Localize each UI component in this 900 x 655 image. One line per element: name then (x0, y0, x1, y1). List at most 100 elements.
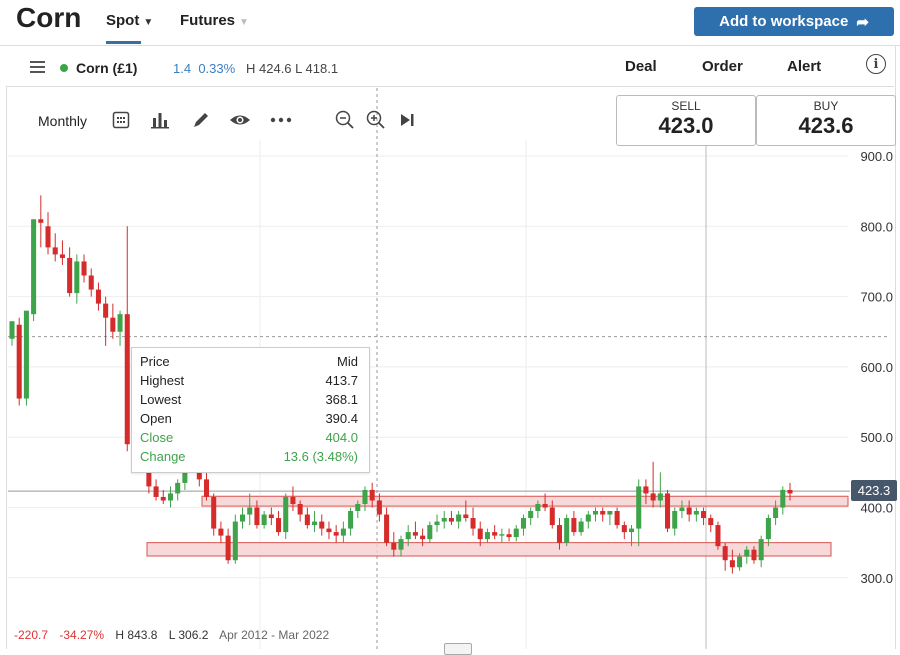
resize-handle[interactable] (444, 643, 472, 655)
candle-body (297, 503, 303, 515)
candle-body (484, 532, 490, 540)
current-price-tag: 423.3 (851, 480, 897, 501)
zoom-in-icon[interactable] (364, 108, 388, 132)
y-tick-label: 300.0 (860, 571, 893, 586)
candle-body (153, 486, 159, 497)
candle-body (686, 507, 692, 515)
candle-body (239, 514, 246, 522)
candle-body (556, 525, 563, 543)
candle-body (737, 556, 743, 568)
candle-body (477, 528, 483, 540)
candle-body (787, 489, 793, 494)
candle-body (175, 482, 181, 494)
candle-body (427, 525, 433, 540)
candle-body (45, 226, 51, 248)
tooltip-label: Open (140, 411, 172, 426)
candle-body (247, 507, 253, 515)
more-options-icon[interactable] (269, 108, 293, 132)
candle-body (506, 534, 512, 538)
tooltip-label: Lowest (140, 392, 182, 407)
candle-body (52, 247, 58, 255)
candle-body (103, 303, 109, 318)
candle-body (340, 528, 346, 536)
candle-body (456, 514, 462, 522)
period-selector[interactable]: Monthly (38, 113, 87, 129)
bar-chart-icon[interactable] (148, 108, 172, 132)
candle-body (9, 321, 15, 339)
candle-body (758, 539, 764, 561)
tooltip-header-value: Mid (337, 354, 358, 369)
candle-body (117, 314, 123, 332)
candle-body (773, 507, 779, 519)
candle-body (492, 532, 498, 536)
period-change-percent: -34.27% (59, 628, 105, 642)
sell-label: SELL (671, 99, 701, 113)
pencil-icon[interactable] (189, 108, 213, 132)
sell-quote-button[interactable]: SELL 423.0 (616, 95, 756, 146)
y-tick-label: 400.0 (860, 501, 893, 516)
calendar-icon[interactable] (109, 108, 133, 132)
candle-body (261, 514, 267, 526)
candle-body (391, 542, 397, 550)
tooltip-label: Close (140, 430, 174, 445)
period-low: L 306.2 (168, 628, 209, 642)
candle-body (621, 525, 627, 533)
candle-body (470, 518, 476, 529)
candle-body (657, 493, 663, 501)
candle-body (384, 514, 390, 543)
candle-body (398, 539, 404, 550)
zoom-out-icon[interactable] (333, 108, 357, 132)
candle-body (326, 528, 332, 533)
candle-body (348, 511, 354, 529)
candle-body (283, 496, 289, 533)
candle-body (636, 486, 642, 529)
candle-body (67, 257, 73, 294)
candle-body (405, 532, 411, 540)
tooltip-label: Change (140, 449, 186, 464)
y-tick-label: 600.0 (860, 360, 893, 375)
candle-body (218, 528, 224, 536)
candle-body (549, 507, 555, 526)
price-zone (146, 542, 832, 557)
candle-body (693, 511, 699, 515)
candle-body (59, 254, 65, 258)
tooltip-row-change: Change 13.6 (3.48%) (140, 449, 358, 464)
candle-body (780, 489, 786, 508)
buy-quote-button[interactable]: BUY 423.6 (756, 95, 896, 146)
candle-body (513, 528, 519, 538)
candle-body (74, 261, 80, 294)
y-tick-label: 900.0 (860, 149, 893, 164)
candle-body (542, 503, 548, 508)
candle-body (585, 514, 591, 522)
candle-body (369, 489, 375, 501)
skip-to-end-icon[interactable] (395, 108, 419, 132)
tooltip-value: 368.1 (325, 392, 358, 407)
tooltip-label: Highest (140, 373, 185, 388)
eye-icon[interactable] (228, 108, 252, 132)
tooltip-value: 404.0 (325, 430, 358, 445)
candle-body (211, 496, 217, 529)
candle-body (81, 261, 87, 276)
candle-body (520, 518, 526, 529)
candle-body (355, 503, 361, 512)
tooltip-row-close: Close 404.0 (140, 430, 358, 445)
tooltip-header-label: Price (140, 354, 170, 369)
candle-body (276, 518, 282, 533)
candle-body (628, 528, 635, 533)
price-tooltip: Price Mid Highest 413.7 Lowest 368.1 Open 39… (131, 347, 370, 473)
candle-body (376, 500, 382, 515)
candle-body (88, 275, 94, 290)
candle-body (578, 521, 584, 533)
candle-body (23, 310, 29, 399)
candle-body (420, 535, 426, 540)
candle-body (448, 518, 454, 522)
candle-body (31, 219, 37, 315)
candle-body (167, 493, 174, 501)
candle-body (715, 525, 721, 547)
tooltip-value: 13.6 (3.48%) (283, 449, 358, 464)
candle-body (333, 532, 339, 536)
candle-body (571, 518, 577, 533)
buy-label: BUY (813, 99, 839, 113)
tooltip-row-highest: Highest 413.7 (140, 373, 358, 388)
y-tick-label: 500.0 (860, 430, 893, 445)
